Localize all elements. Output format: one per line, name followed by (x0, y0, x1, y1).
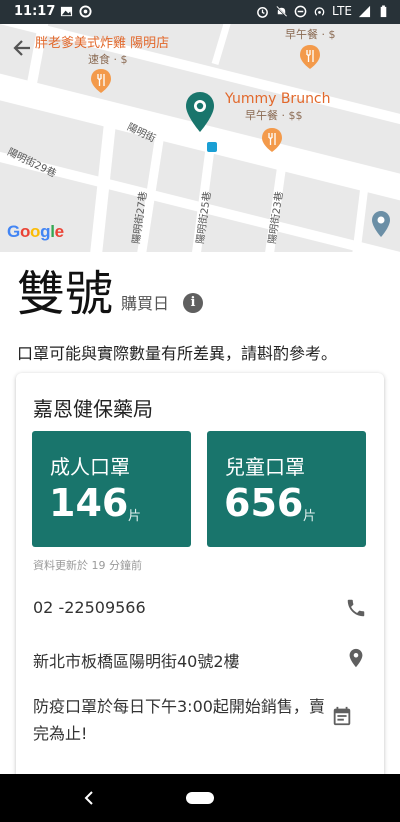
system-nav-bar (0, 774, 400, 822)
child-mask-unit: 片 (303, 509, 317, 524)
alarm-icon (257, 6, 268, 18)
hotspot-icon (314, 6, 325, 16)
adult-mask-unit: 片 (128, 509, 142, 524)
pharmacy-name: 嘉恩健保藥局 (33, 397, 153, 421)
phone-row[interactable]: 02 -22509566 (33, 598, 367, 617)
map-view[interactable]: 胖老爹美式炸雞 陽明店 速食 · $ 早午餐 · $ Yummy Brunch … (0, 24, 400, 252)
place-pin-icon[interactable] (371, 210, 391, 238)
phone-icon[interactable] (345, 597, 367, 619)
restaurant-pin-icon[interactable] (261, 127, 283, 153)
poi-yummy[interactable]: Yummy Brunch 早午餐 · $$ (225, 91, 331, 123)
poi-brunch2-category: 早午餐 · $ (285, 28, 336, 41)
disclaimer-text: 口罩可能與實際數量有所差異，請斟酌參考。 (17, 344, 338, 363)
poi-chicken-name: 胖老爹美式炸雞 陽明店 (35, 36, 170, 51)
status-time: 11:17 (14, 4, 56, 19)
poi-chicken[interactable]: 胖老爹美式炸雞 陽明店 速食 · $ (35, 32, 169, 67)
nav-back-icon[interactable] (80, 788, 100, 808)
calendar-icon[interactable] (331, 705, 353, 727)
child-mask-label: 兒童口罩 (225, 455, 305, 479)
nav-home-button[interactable] (186, 792, 214, 804)
arrow-left-icon (13, 40, 30, 56)
hours-text: 防疫口罩於每日下午3:00起開始銷售，賣完為止! (33, 697, 325, 743)
adult-mask-tile: 成人口罩 146 片 (32, 431, 191, 547)
restaurant-pin-icon[interactable] (299, 44, 321, 70)
google-logo: Google (7, 222, 64, 241)
page-subtitle: 購買日 (121, 294, 170, 313)
poi-yummy-category: 早午餐 · $$ (245, 109, 303, 122)
image-icon (60, 6, 73, 17)
poi-yummy-name: Yummy Brunch (225, 91, 331, 107)
page-title: 雙號 (17, 266, 114, 322)
child-mask-tile: 兒童口罩 656 片 (207, 431, 366, 547)
child-mask-count: 656 (224, 481, 304, 525)
poi-chicken-category: 速食 · $ (88, 53, 128, 66)
status-bar: 11:17 LTE (0, 0, 400, 24)
updated-time: 資料更新於 19 分鐘前 (33, 559, 142, 572)
location-pin-icon[interactable] (345, 646, 367, 670)
restaurant-pin-icon[interactable] (90, 68, 112, 94)
selected-location-pin-icon[interactable] (184, 90, 216, 134)
pharmacy-card: 嘉恩健保藥局 成人口罩 146 片 兒童口罩 656 片 資料更新於 19 分鐘… (16, 373, 384, 774)
address-text: 新北市板橋區陽明街40號2樓 (33, 652, 240, 671)
network-type: LTE (332, 4, 352, 18)
mute-icon (276, 5, 287, 17)
phone-number: 02 -22509566 (33, 598, 146, 617)
details-panel: 雙號 購買日 i 口罩可能與實際數量有所差異，請斟酌參考。 嘉恩健保藥局 成人口… (0, 252, 400, 774)
battery-icon (380, 4, 387, 17)
info-icon[interactable]: i (183, 293, 204, 313)
signal-icon (358, 5, 371, 17)
dnd-icon (294, 5, 307, 17)
adult-mask-count: 146 (49, 481, 129, 525)
address-row[interactable]: 新北市板橋區陽明街40號2樓 (33, 648, 367, 672)
adult-mask-label: 成人口罩 (50, 455, 130, 479)
vpn-icon (79, 5, 92, 18)
